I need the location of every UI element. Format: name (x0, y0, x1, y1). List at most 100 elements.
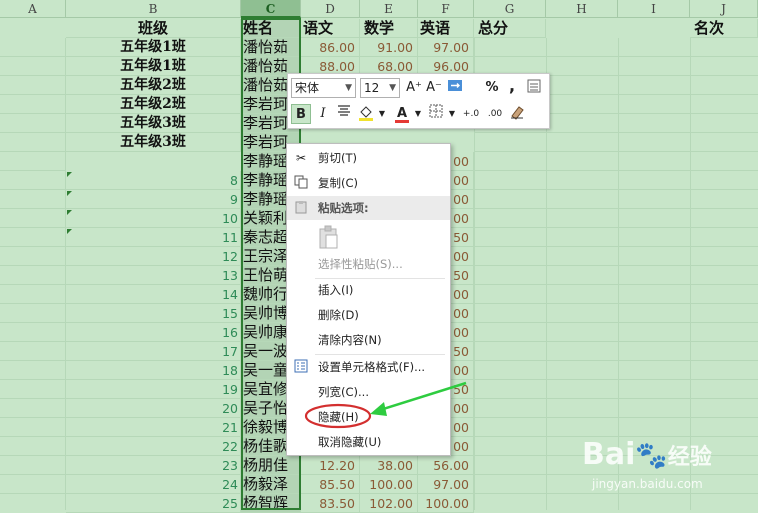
paste-option-button[interactable] (317, 224, 341, 250)
score-cell[interactable]: 102.00 (360, 494, 418, 513)
grow-font-button[interactable]: A⁺ (404, 78, 424, 98)
row-number-cell[interactable]: 23 (66, 456, 241, 475)
italic-button[interactable]: I (313, 104, 333, 124)
menu-item-label: 清除内容(N) (318, 333, 382, 347)
row-number-cell[interactable]: 8 (66, 171, 241, 190)
menu-item-label: 复制(C) (318, 176, 359, 190)
row-number-cell[interactable]: 11 (66, 228, 241, 247)
score-cell[interactable]: 85.50 (301, 475, 360, 494)
score-cell[interactable]: 12.20 (301, 456, 360, 475)
column-header-f[interactable]: F (418, 0, 474, 18)
chevron-down-icon[interactable]: ▼ (442, 104, 462, 124)
column-header-g[interactable]: G (474, 0, 546, 18)
paw-icon: 🐾 (635, 441, 668, 471)
column-header-d[interactable]: D (301, 0, 360, 18)
menu-item-label: 隐藏(H) (318, 410, 359, 424)
class-cell[interactable]: 五年级3班 (66, 133, 241, 152)
header-math[interactable]: 数学 (360, 19, 418, 38)
header-total[interactable]: 总分 (474, 19, 546, 38)
error-indicator (67, 191, 72, 196)
error-indicator (67, 172, 72, 177)
font-size-value: 12 (364, 81, 380, 95)
format-painter-button[interactable] (524, 78, 544, 98)
menu-item-column-width[interactable]: 列宽(C)... (287, 380, 450, 404)
menu-item-format-cells[interactable]: 设置单元格格式(F)... (287, 355, 450, 379)
increase-decimal-button[interactable]: +.0 (460, 104, 482, 124)
column-header-e[interactable]: E (360, 0, 418, 18)
column-header-h[interactable]: H (546, 0, 618, 18)
score-cell[interactable]: 100.00 (360, 475, 418, 494)
font-color-bar (395, 120, 409, 123)
row-number-cell[interactable]: 9 (66, 190, 241, 209)
row-number-cell[interactable]: 20 (66, 399, 241, 418)
score-cell[interactable]: 97.00 (418, 475, 474, 494)
format-cells-icon (293, 359, 309, 375)
header-chinese[interactable]: 语文 (301, 19, 360, 38)
score-cell[interactable]: 86.00 (301, 38, 360, 57)
row-number-cell[interactable]: 19 (66, 380, 241, 399)
menu-item-label: 列宽(C)... (318, 385, 369, 399)
class-cell[interactable]: 五年级2班 (66, 95, 241, 114)
clear-format-icon[interactable] (508, 104, 528, 124)
row-number-cell[interactable]: 18 (66, 361, 241, 380)
menu-item-clear-contents[interactable]: 清除内容(N) (287, 328, 450, 352)
row-number-cell[interactable]: 25 (66, 494, 241, 513)
class-cell[interactable]: 五年级1班 (66, 57, 241, 76)
header-english[interactable]: 英语 (418, 19, 474, 38)
column-header-i[interactable]: I (618, 0, 690, 18)
menu-item-hide[interactable]: 隐藏(H) (287, 405, 450, 429)
row-number-cell[interactable]: 10 (66, 209, 241, 228)
menu-item-cut[interactable]: ✂ 剪切(T) (287, 146, 450, 170)
row-number-cell[interactable]: 16 (66, 323, 241, 342)
column-header-b[interactable]: B (66, 0, 241, 18)
class-cell[interactable]: 五年级3班 (66, 114, 241, 133)
watermark-brand-suffix: 经验 (667, 445, 712, 470)
menu-item-delete[interactable]: 删除(D) (287, 303, 450, 327)
row-number-cell[interactable]: 24 (66, 475, 241, 494)
menu-section-paste-options: 粘贴选项: (287, 196, 450, 220)
decrease-decimal-button[interactable]: .00 (484, 104, 506, 124)
menu-item-paste-special[interactable]: 选择性粘贴(S)... (287, 252, 450, 276)
comma-style-button[interactable]: , (502, 76, 522, 96)
score-cell[interactable]: 97.00 (418, 38, 474, 57)
error-indicator (67, 210, 72, 215)
menu-item-copy[interactable]: 复制(C) (287, 171, 450, 195)
chevron-down-icon[interactable]: ▼ (408, 104, 428, 124)
row-number-cell[interactable]: 12 (66, 247, 241, 266)
menu-item-label: 设置单元格格式(F)... (318, 360, 426, 374)
score-cell[interactable]: 91.00 (360, 38, 418, 57)
row-number-cell[interactable]: 21 (66, 418, 241, 437)
score-cell[interactable]: 83.50 (301, 494, 360, 513)
column-header-c[interactable]: C (241, 0, 301, 18)
chevron-down-icon: ▼ (389, 83, 396, 93)
shrink-font-button[interactable]: A⁻ (424, 78, 444, 98)
row-number-cell[interactable]: 13 (66, 266, 241, 285)
chevron-down-icon[interactable]: ▼ (372, 104, 392, 124)
percent-style-button[interactable]: % (482, 78, 502, 98)
score-cell[interactable]: 56.00 (418, 456, 474, 475)
row-number-cell[interactable]: 14 (66, 285, 241, 304)
merge-center-icon[interactable] (446, 78, 466, 98)
copy-icon (293, 175, 309, 191)
row-number-cell[interactable]: 15 (66, 304, 241, 323)
mini-toolbar: 宋体 ▼ 12 ▼ A⁺ A⁻ % , B I ▼ A ▼ ▼ +.0 .00 (287, 73, 550, 129)
header-class[interactable]: 班级 (66, 19, 241, 38)
watermark-brand: Bai (582, 437, 636, 472)
class-cell[interactable]: 五年级2班 (66, 76, 241, 95)
chevron-down-icon: ▼ (345, 83, 352, 93)
font-name-select[interactable]: 宋体 ▼ (291, 78, 356, 98)
font-size-select[interactable]: 12 ▼ (360, 78, 400, 98)
scissors-icon: ✂ (295, 151, 307, 165)
column-header-j[interactable]: J (690, 0, 758, 18)
row-number-cell[interactable]: 17 (66, 342, 241, 361)
column-header-a[interactable]: A (0, 0, 66, 18)
bold-button[interactable]: B (291, 104, 311, 124)
header-rank[interactable]: 名次 (690, 19, 758, 38)
align-center-icon[interactable] (334, 104, 354, 124)
score-cell[interactable]: 100.00 (418, 494, 474, 513)
score-cell[interactable]: 38.00 (360, 456, 418, 475)
menu-item-insert[interactable]: 插入(I) (287, 278, 450, 302)
class-cell[interactable]: 五年级1班 (66, 38, 241, 57)
menu-item-unhide[interactable]: 取消隐藏(U) (287, 430, 450, 454)
row-number-cell[interactable]: 22 (66, 437, 241, 456)
